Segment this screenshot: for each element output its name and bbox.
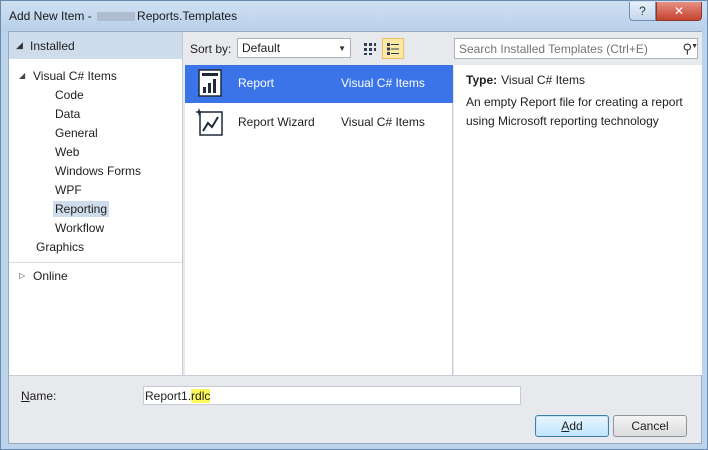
search-options-arrow-icon[interactable]: ▼ <box>691 43 698 50</box>
template-type: Type: Visual C# Items <box>466 73 585 87</box>
tree-item-code[interactable]: Code <box>55 85 84 104</box>
template-row-report[interactable]: Report Visual C# Items <box>185 65 453 103</box>
dialog-body: ◢ Installed ◢ Visual C# Items Code Data … <box>8 31 702 444</box>
tree-item-visual-csharp-items[interactable]: ◢ Visual C# Items <box>19 66 117 85</box>
tree-header-online[interactable]: ▷ Online <box>19 266 68 285</box>
window-title: Add New Item - Reports.Templates <box>9 9 238 23</box>
template-description: An empty Report file for creating a repo… <box>466 95 683 128</box>
collapse-arrow-icon: ▷ <box>19 271 26 280</box>
expand-arrow-icon: ◢ <box>19 71 26 80</box>
report-wizard-icon <box>195 108 223 136</box>
add-new-item-dialog: Add New Item - Reports.Templates ? ✕ ◢ I… <box>0 0 708 450</box>
tree-item-data[interactable]: Data <box>55 104 80 123</box>
title-bar[interactable]: Add New Item - Reports.Templates ? ✕ <box>1 1 707 31</box>
category-tree: ◢ Installed ◢ Visual C# Items Code Data … <box>9 32 183 375</box>
template-toolbar: Sort by: Default ▼ Search Installed Temp… <box>184 32 702 65</box>
sort-by-dropdown[interactable]: Default ▼ <box>237 38 351 58</box>
small-icons-view-button[interactable] <box>359 38 381 59</box>
tree-item-reporting[interactable]: Reporting <box>53 199 110 218</box>
list-view-icon <box>387 42 399 55</box>
tree-item-windows-forms[interactable]: Windows Forms <box>55 161 141 180</box>
template-row-report-wizard[interactable]: Report Wizard Visual C# Items <box>185 104 453 142</box>
expand-arrow-icon: ◢ <box>16 40 23 50</box>
tree-item-web[interactable]: Web <box>55 142 79 161</box>
tree-header-installed[interactable]: ◢ Installed <box>9 32 182 59</box>
tree-divider <box>9 262 182 263</box>
cancel-button[interactable]: Cancel <box>613 415 687 437</box>
name-field[interactable]: Report1. rdlc <box>143 386 521 405</box>
tree-item-general[interactable]: General <box>55 123 98 142</box>
add-button[interactable]: Add <box>535 415 609 437</box>
search-input[interactable] <box>459 41 665 56</box>
redacted-project-name <box>97 12 136 21</box>
tree-item-wpf[interactable]: WPF <box>55 180 82 199</box>
close-button[interactable]: ✕ <box>656 2 702 21</box>
tree-item-graphics[interactable]: Graphics <box>36 237 84 256</box>
report-icon <box>198 69 222 97</box>
dropdown-arrow-icon: ▼ <box>338 43 346 53</box>
footer-divider <box>9 375 701 376</box>
search-templates-box[interactable]: ⚲ ▼ <box>454 38 698 59</box>
sort-by-label: Sort by: <box>190 42 232 56</box>
grid-view-icon <box>364 42 376 55</box>
template-list: Report Visual C# Items Report Wizard Vis… <box>185 65 453 375</box>
tree-item-workflow[interactable]: Workflow <box>55 218 104 237</box>
name-extension-highlight: rdlc <box>191 388 211 403</box>
help-button[interactable]: ? <box>629 2 656 21</box>
details-view-button[interactable] <box>382 38 404 59</box>
name-label: Name: <box>21 389 57 403</box>
template-details: Type: Visual C# Items An empty Report fil… <box>454 65 702 375</box>
